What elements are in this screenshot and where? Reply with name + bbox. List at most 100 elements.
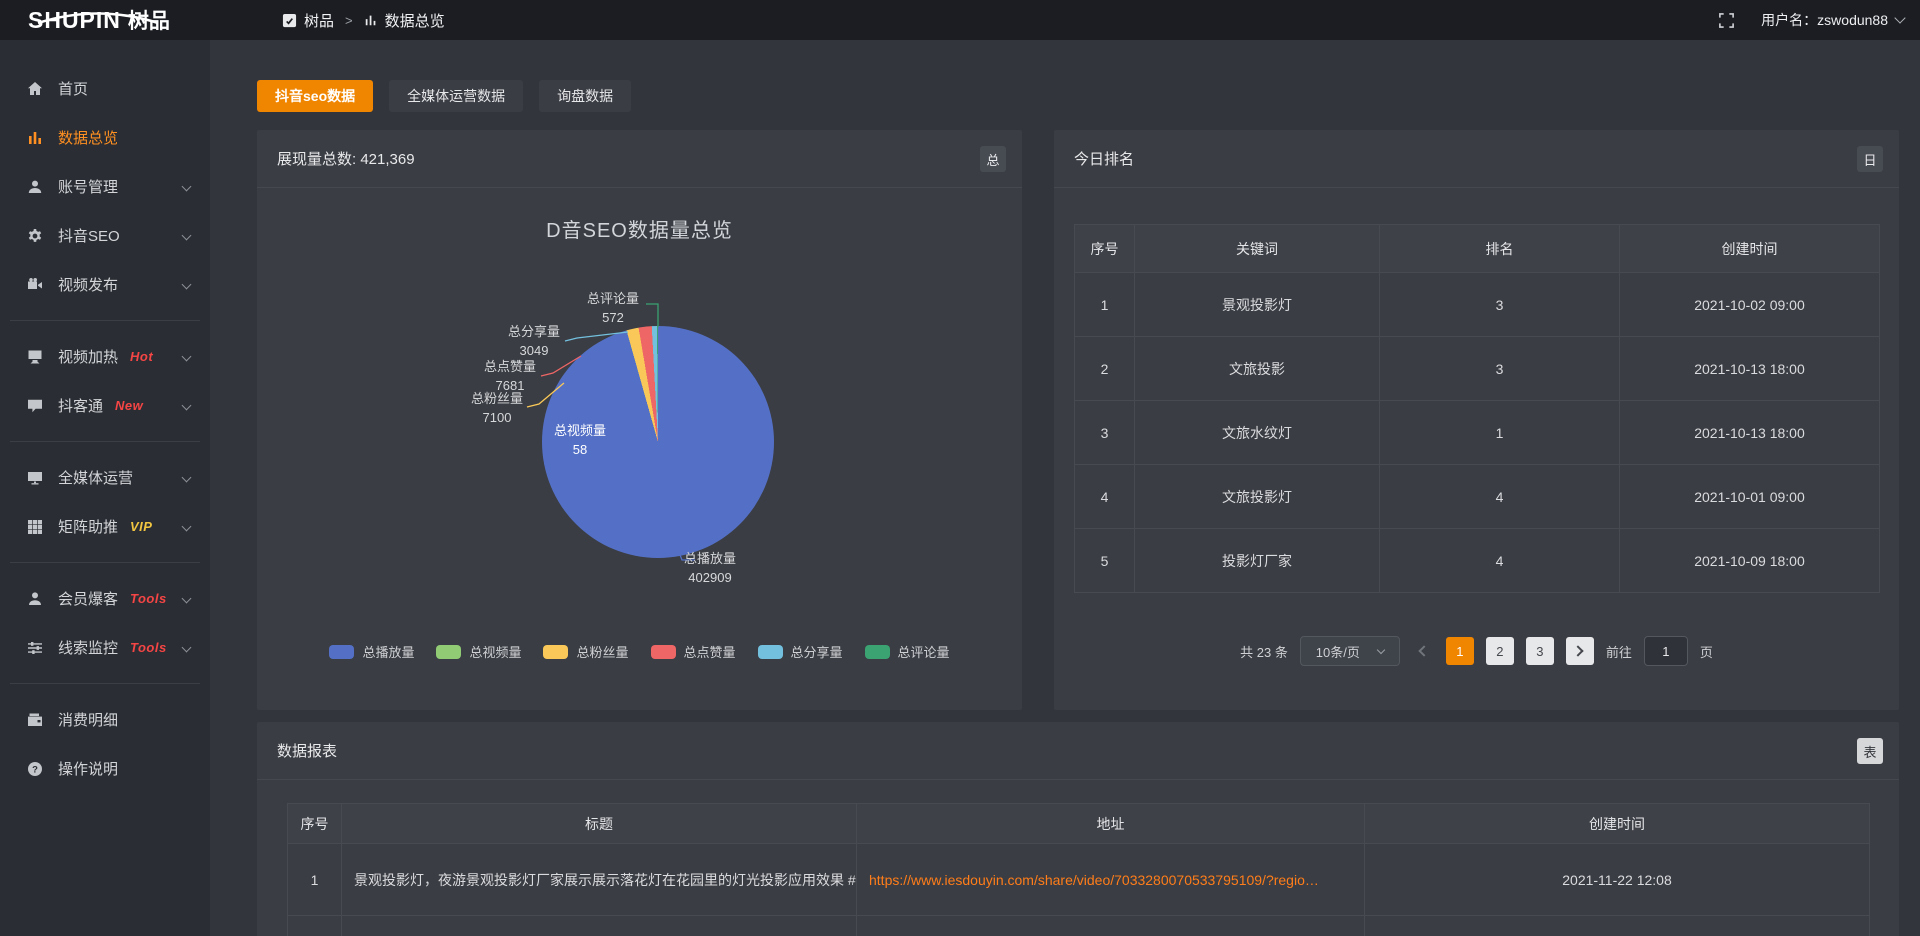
legend-item-likes[interactable]: 总点赞量 <box>651 642 736 661</box>
breadcrumb-root[interactable]: 树品 <box>304 10 334 31</box>
rank-table-header-row: 序号 关键词 排名 创建时间 <box>1075 225 1880 273</box>
legend-item-videos[interactable]: 总视频量 <box>436 642 521 661</box>
report-title-cell: 景观投影灯，夜游景观投影灯厂家展示展示落花灯在花园里的灯光投影应用效果 # <box>342 844 857 916</box>
sidebar-item-account[interactable]: 账号管理 <box>0 162 210 211</box>
pie-label-fans: 总粉丝量7100 <box>457 390 537 428</box>
legend-chip <box>543 645 568 659</box>
chevron-down-icon <box>182 182 192 192</box>
help-icon: ? <box>26 761 43 777</box>
total-view-badge[interactable]: 总 <box>980 146 1006 172</box>
legend-chip <box>651 645 676 659</box>
sidebar-item-label: 账号管理 <box>58 176 118 197</box>
tab-inquiry-data[interactable]: 询盘数据 <box>539 80 631 112</box>
table-view-badge[interactable]: 表 <box>1857 738 1883 764</box>
sidebar-divider <box>10 441 200 442</box>
legend-item-shares[interactable]: 总分享量 <box>758 642 843 661</box>
goto-label: 前往 <box>1606 642 1632 661</box>
tools-badge: Tools <box>130 640 167 655</box>
legend-item-plays[interactable]: 总播放量 <box>329 642 414 661</box>
page-button-3[interactable]: 3 <box>1526 637 1554 665</box>
report-panel-header: 数据报表 <box>257 722 1899 780</box>
pie-label-shares: 总分享量3049 <box>494 323 574 361</box>
sidebar-item-help[interactable]: ? 操作说明 <box>0 744 210 793</box>
app-logo: SHUPIN 树品 <box>0 9 210 32</box>
legend-item-fans[interactable]: 总粉丝量 <box>543 642 628 661</box>
data-tabs: 抖音seo数据 全媒体运营数据 询盘数据 <box>257 80 631 112</box>
report-table: 序号 标题 地址 创建时间 1 景观投影灯，夜游景观投影灯厂家展示展示落花灯在花… <box>287 803 1870 936</box>
overview-panel: 展现量总数: 421,369 总 D音SEO数据量总览 总评论量572 总分享量… <box>257 130 1022 710</box>
member-icon <box>26 591 43 607</box>
sidebar-item-matrix-boost[interactable]: 矩阵助推 VIP <box>0 502 210 551</box>
bar-chart-icon <box>26 130 43 146</box>
sidebar-item-all-media[interactable]: 全媒体运营 <box>0 453 210 502</box>
video-camera-icon <box>26 277 43 293</box>
page-size-select[interactable]: 10条/页 <box>1300 636 1400 666</box>
sidebar-item-member-burst[interactable]: 会员爆客 Tools <box>0 574 210 623</box>
tools-badge: Tools <box>130 591 167 606</box>
sidebar-item-label: 矩阵助推 <box>58 516 118 537</box>
pie-label-videos: 总视频量58 <box>540 422 620 460</box>
home-icon <box>26 81 43 97</box>
next-page-button[interactable] <box>1566 637 1594 665</box>
table-row: 1 景观投影灯，夜游景观投影灯厂家展示展示落花灯在花园里的灯光投影应用效果 # … <box>288 844 1870 916</box>
legend-chip <box>758 645 783 659</box>
report-panel: 数据报表 表 序号 标题 地址 创建时间 1 景观投影灯，夜游景观投影灯厂家展示… <box>257 722 1899 936</box>
sidebar-divider <box>10 562 200 563</box>
bar-chart-icon <box>364 13 378 27</box>
rank-panel-header: 今日排名 <box>1054 130 1899 188</box>
chevron-down-icon <box>182 594 192 604</box>
user-menu-chevron-down-icon[interactable] <box>1894 12 1905 23</box>
report-url-cell: https://www.iesdouyin.com/share/video/70… <box>857 844 1365 916</box>
sidebar-item-lead-monitor[interactable]: 线索监控 Tools <box>0 623 210 672</box>
breadcrumb-current[interactable]: 数据总览 <box>385 10 445 31</box>
tab-douyin-seo-data[interactable]: 抖音seo数据 <box>257 80 373 112</box>
report-panel-title: 数据报表 <box>277 740 337 761</box>
page-button-2[interactable]: 2 <box>1486 637 1514 665</box>
chevron-down-icon <box>182 401 192 411</box>
video-link[interactable]: https://www.iesdouyin.com/share/video/70… <box>869 872 1319 888</box>
chevron-down-icon <box>182 231 192 241</box>
sidebar-item-video-heat[interactable]: 视频加热 Hot <box>0 332 210 381</box>
gear-icon <box>26 228 43 244</box>
username-label[interactable]: 用户名：zswodun88 <box>1761 10 1888 30</box>
table-row: 3文旅水纹灯12021-10-13 18:00 <box>1075 401 1880 465</box>
sidebar-item-douyin-seo[interactable]: 抖音SEO <box>0 211 210 260</box>
monitor-icon <box>26 470 43 486</box>
app-window-icon <box>282 13 297 28</box>
report-table-header-row: 序号 标题 地址 创建时间 <box>288 804 1870 844</box>
fullscreen-icon[interactable] <box>1718 12 1735 29</box>
chevron-right-icon <box>1573 645 1584 656</box>
prev-page-button[interactable] <box>1412 637 1434 665</box>
tab-all-media-data[interactable]: 全媒体运营数据 <box>389 80 523 112</box>
sidebar-item-video-publish[interactable]: 视频发布 <box>0 260 210 309</box>
legend-chip <box>865 645 890 659</box>
legend-item-comments[interactable]: 总评论量 <box>865 642 950 661</box>
sidebar-item-doukutong[interactable]: 抖客通 New <box>0 381 210 430</box>
chevron-down-icon <box>182 280 192 290</box>
sidebar-item-label: 操作说明 <box>58 758 118 779</box>
rank-panel-title: 今日排名 <box>1074 148 1134 169</box>
daily-view-badge[interactable]: 日 <box>1857 146 1883 172</box>
hot-badge: Hot <box>130 349 153 364</box>
chevron-down-icon <box>182 522 192 532</box>
rank-panel: 今日排名 日 序号 关键词 排名 创建时间 1景观投影灯32021-10-02 … <box>1054 130 1899 710</box>
sidebar-item-home[interactable]: 首页 <box>0 64 210 113</box>
chevron-left-icon <box>1419 645 1430 656</box>
wallet-icon <box>26 712 43 728</box>
goto-page-input[interactable] <box>1644 636 1688 666</box>
sidebar-item-label: 消费明细 <box>58 709 118 730</box>
topbar: SHUPIN 树品 树品 > 数据总览 用户名：zswodun88 <box>0 0 1920 40</box>
sidebar-item-expense-detail[interactable]: 消费明细 <box>0 695 210 744</box>
sidebar-divider <box>10 320 200 321</box>
svg-text:?: ? <box>32 764 38 775</box>
user-icon <box>26 179 43 195</box>
chevron-down-icon <box>1377 646 1385 654</box>
table-row: 5投影灯厂家42021-10-09 18:00 <box>1075 529 1880 593</box>
chart-title: D音SEO数据量总览 <box>257 214 1022 243</box>
sidebar: 首页 数据总览 账号管理 抖音SEO 视频发布 视频加热 Hot 抖客通 New… <box>0 40 210 936</box>
chevron-down-icon <box>182 643 192 653</box>
sidebar-item-data-overview[interactable]: 数据总览 <box>0 113 210 162</box>
chevron-down-icon <box>182 352 192 362</box>
chat-bubble-icon <box>26 398 43 414</box>
page-button-1[interactable]: 1 <box>1446 637 1474 665</box>
